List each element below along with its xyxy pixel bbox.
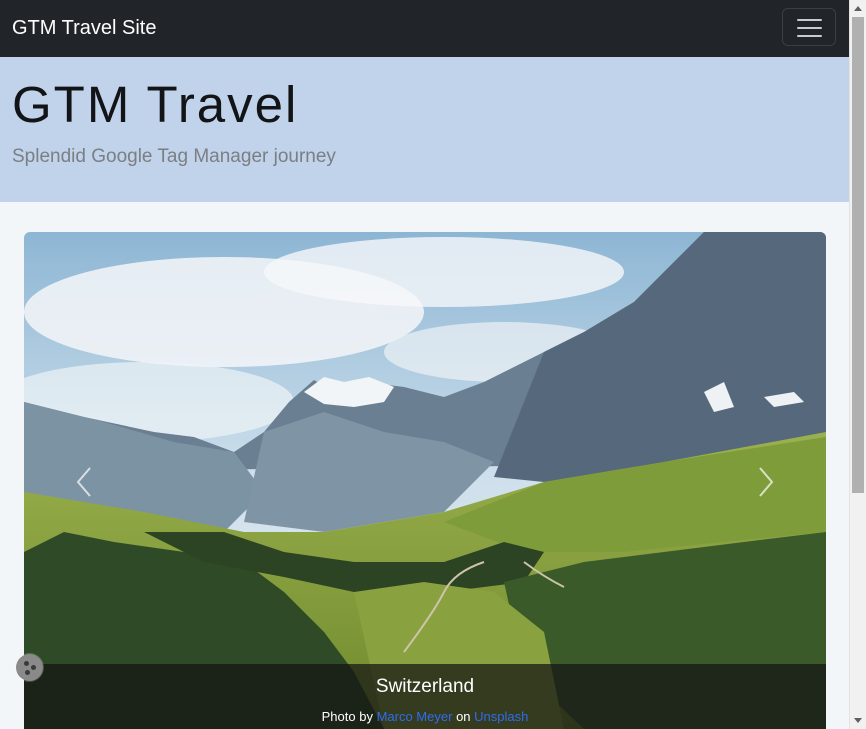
credit-prefix: Photo by [321,709,373,724]
photo-credit: Photo by Marco Meyer on Unsplash [24,709,826,724]
page-subtitle: Splendid Google Tag Manager journey [12,146,336,167]
photographer-link[interactable]: Marco Meyer [377,709,453,724]
carousel-slide-image [24,232,826,729]
navbar-brand[interactable]: GTM Travel Site [12,15,156,41]
vertical-scrollbar[interactable] [849,0,866,729]
carousel-caption-title: Switzerland [375,676,475,697]
cookie-settings-button[interactable] [16,654,43,681]
navbar-toggler-button[interactable] [782,8,836,46]
scrollbar-thumb[interactable] [852,17,864,493]
scroll-up-icon[interactable] [854,6,862,11]
credit-mid: on [456,709,471,724]
page-title: GTM Travel [12,76,299,133]
image-carousel: Switzerland Photo by Marco Meyer on Unsp… [24,232,826,729]
chevron-right-icon [759,467,774,497]
carousel-prev-control[interactable] [70,462,100,502]
hamburger-menu-icon [797,19,822,37]
carousel-next-control[interactable] [750,462,780,502]
hero-banner: GTM Travel Splendid Google Tag Manager j… [0,57,849,202]
scroll-down-icon[interactable] [854,718,862,723]
unsplash-link[interactable]: Unsplash [474,709,528,724]
top-navbar: GTM Travel Site [0,0,849,57]
chevron-left-icon [76,467,91,497]
